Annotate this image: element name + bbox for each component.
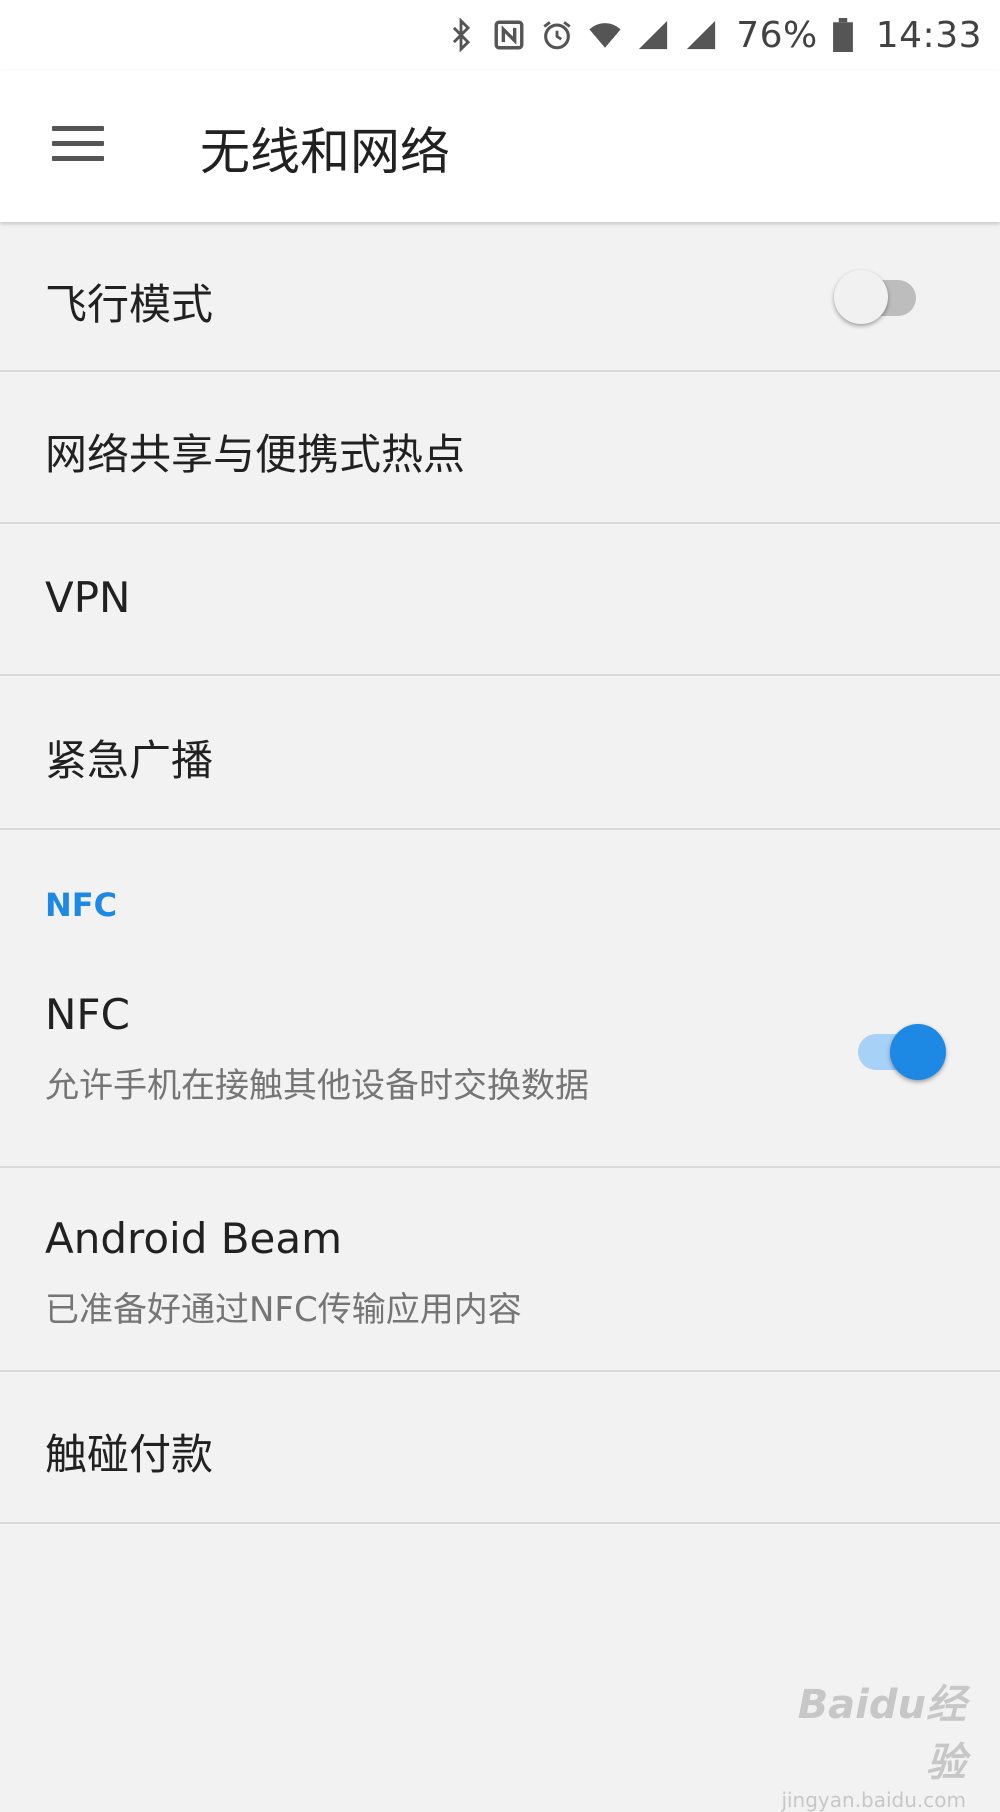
battery-percent: 76% (736, 14, 818, 56)
nfc-switch[interactable] (854, 1022, 946, 1082)
watermark-sub: jingyan.baidu.com (781, 1788, 966, 1812)
status-bar: 76% 14:33 (0, 0, 1000, 70)
nfc-label: NFC (45, 990, 130, 1039)
nfc-section: NFC (0, 830, 1000, 942)
alarm-icon (540, 18, 574, 52)
nfc-summary: 允许手机在接触其他设备时交换数据 (45, 1066, 589, 1106)
watermark: Baidu经验 jingyan.baidu.com (766, 1672, 966, 1812)
switch-thumb (834, 270, 888, 324)
nfc-row[interactable]: NFC 允许手机在接触其他设备时交换数据 (0, 942, 1000, 1168)
cell-broadcast-row[interactable]: 紧急广播 (0, 676, 1000, 830)
cell-broadcast-label: 紧急广播 (45, 736, 214, 785)
airplane-mode-switch[interactable] (834, 268, 926, 328)
nfc-section-header: NFC (45, 886, 118, 924)
vpn-label: VPN (45, 573, 131, 622)
tap-pay-row[interactable]: 触碰付款 (0, 1372, 1000, 1524)
page-title: 无线和网络 (200, 123, 450, 181)
airplane-mode-label: 飞行模式 (45, 280, 214, 329)
wifi-icon (588, 18, 622, 52)
clock: 14:33 (875, 14, 982, 56)
app-bar: 无线和网络 (0, 70, 1000, 222)
watermark-main: Baidu经验 (797, 1682, 966, 1786)
tethering-label: 网络共享与便携式热点 (45, 430, 466, 479)
android-beam-row[interactable]: Android Beam 已准备好通过NFC传输应用内容 (0, 1168, 1000, 1372)
airplane-mode-row[interactable]: 飞行模式 (0, 224, 1000, 372)
android-beam-label: Android Beam (45, 1214, 343, 1263)
vpn-row[interactable]: VPN (0, 524, 1000, 676)
bluetooth-icon (444, 18, 478, 52)
menu-icon[interactable] (52, 124, 104, 164)
tap-pay-label: 触碰付款 (45, 1430, 214, 1479)
signal-icon (636, 18, 670, 52)
signal-icon-2 (684, 18, 718, 52)
nfc-icon (492, 18, 526, 52)
settings-list: 飞行模式 网络共享与便携式热点 VPN 紧急广播 NFC NFC 允许手机在接触… (0, 224, 1000, 1524)
switch-thumb (890, 1024, 946, 1080)
android-beam-summary: 已准备好通过NFC传输应用内容 (45, 1290, 522, 1330)
tethering-row[interactable]: 网络共享与便携式热点 (0, 372, 1000, 524)
battery-icon (832, 18, 854, 52)
